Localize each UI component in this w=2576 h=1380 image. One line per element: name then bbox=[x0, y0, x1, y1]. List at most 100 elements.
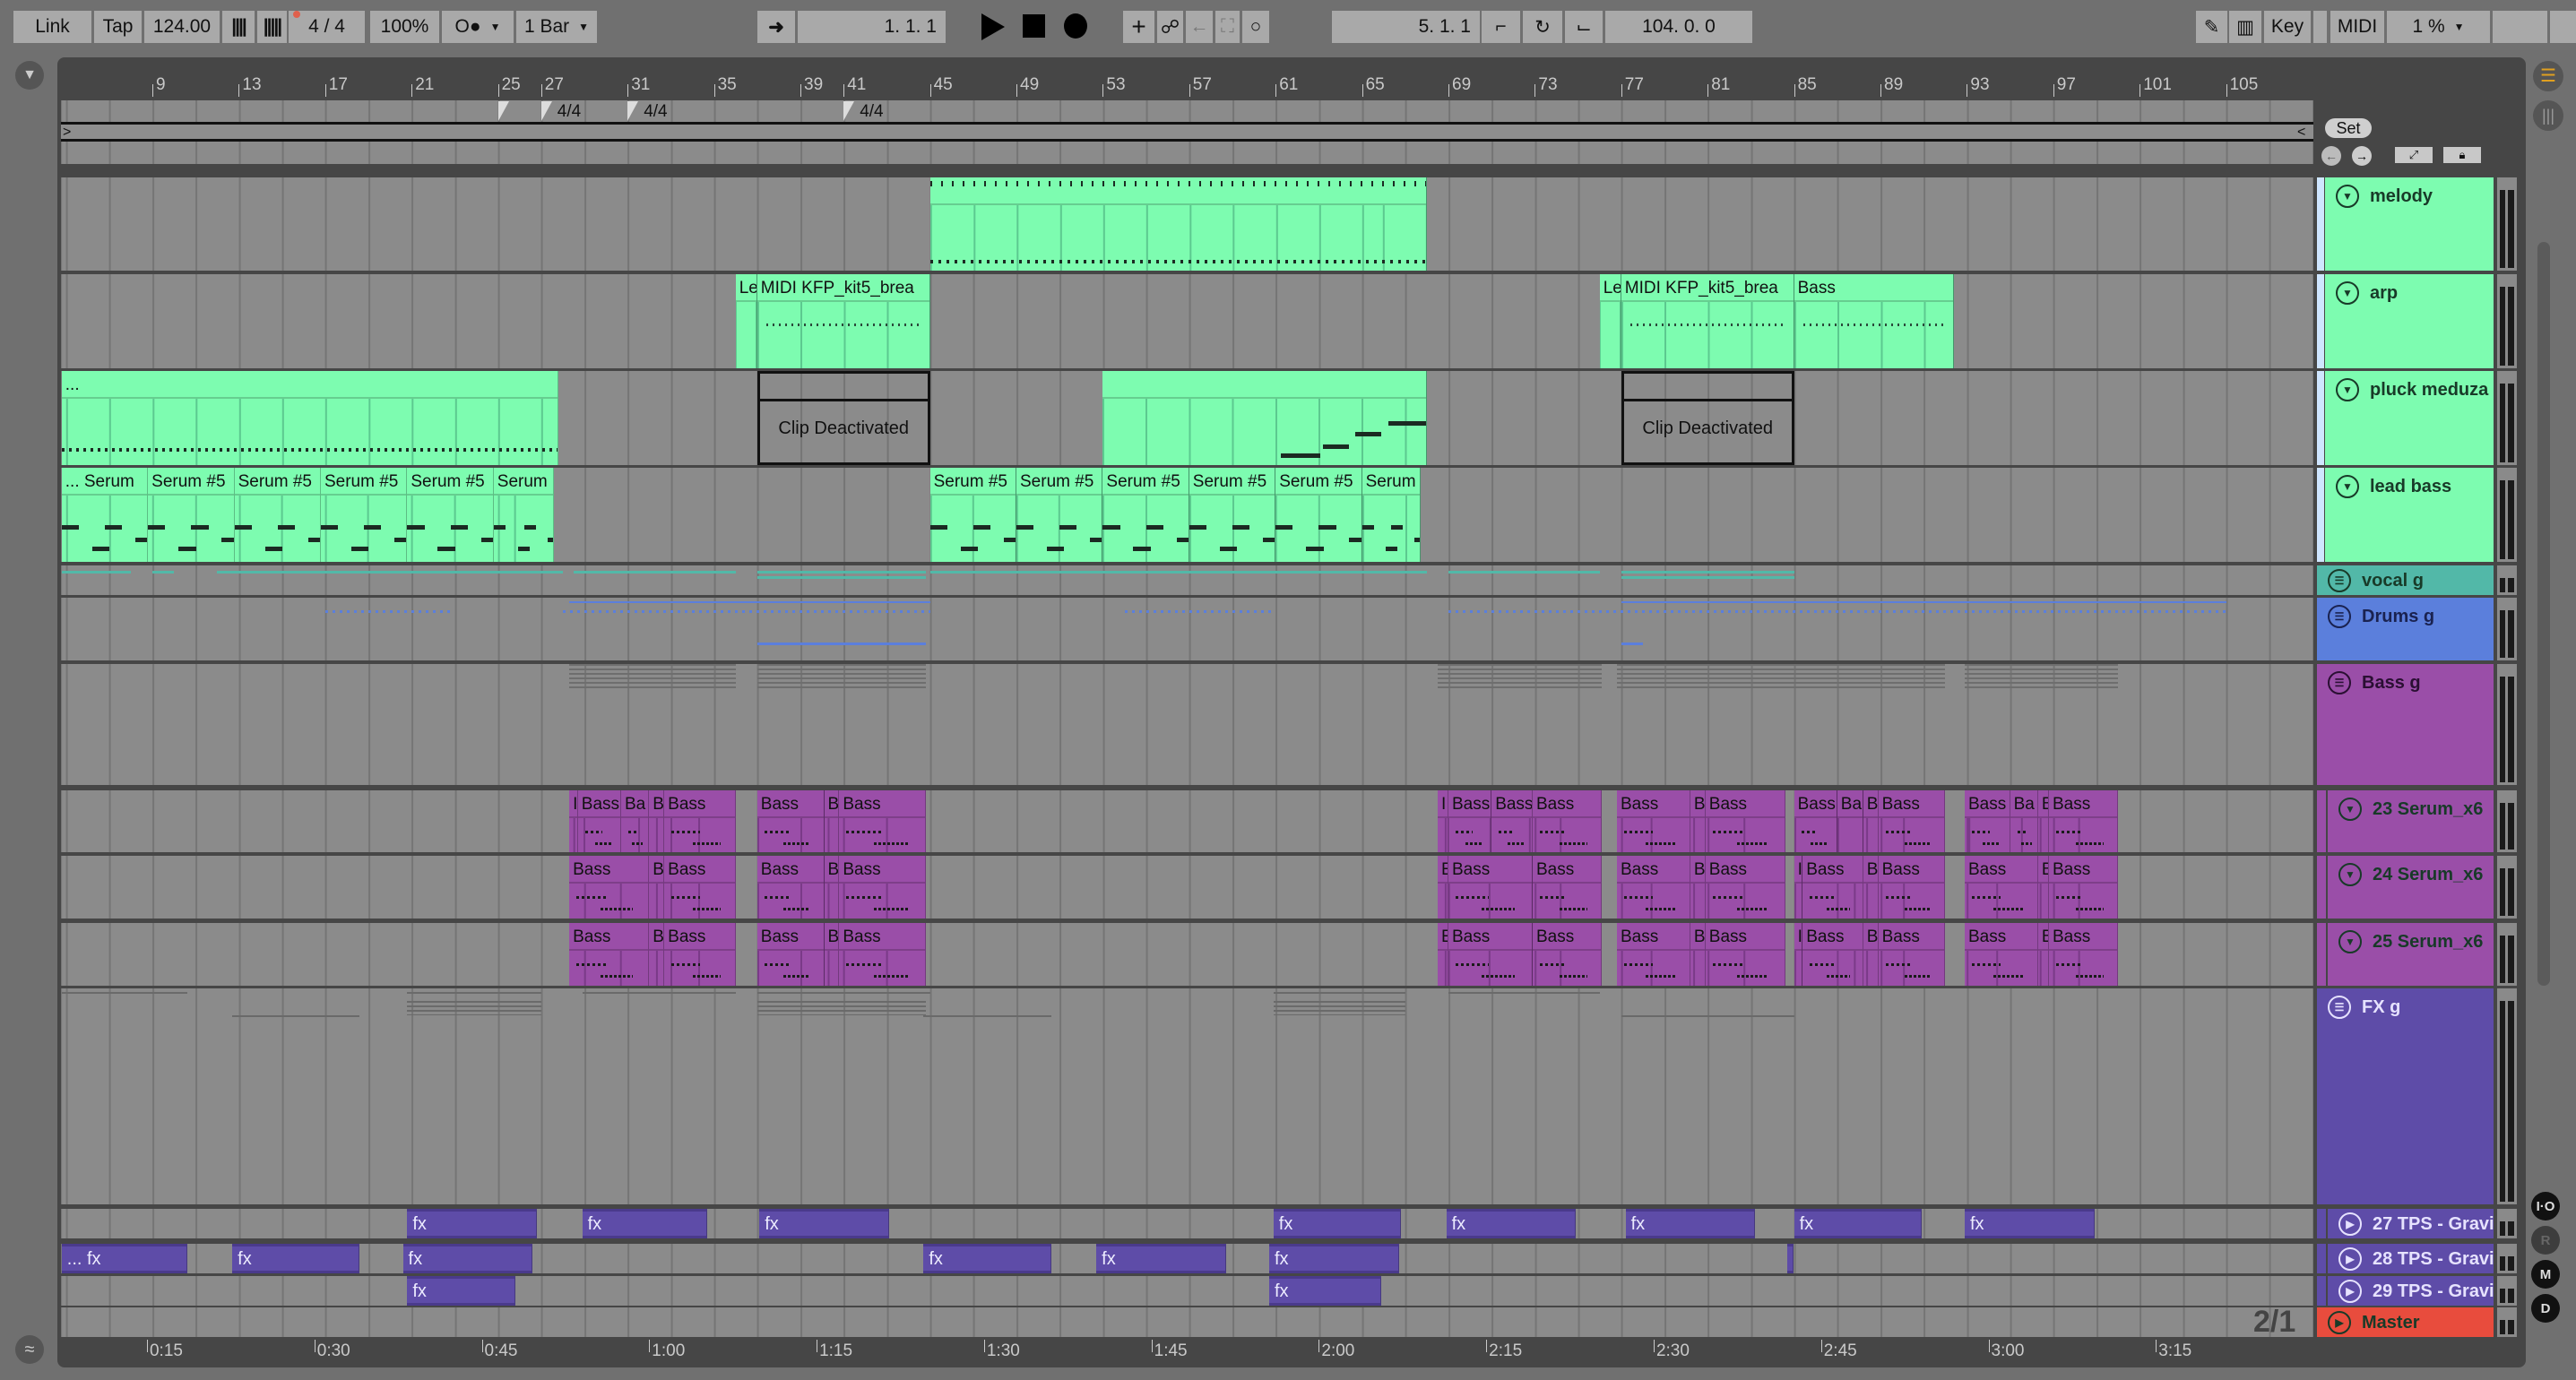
midi-clip[interactable]: Bass bbox=[1705, 923, 1785, 986]
tempo-field[interactable]: 124.00 bbox=[144, 11, 220, 43]
midi-clip[interactable]: Bass bbox=[1705, 790, 1785, 852]
midi-clip[interactable]: Bass bbox=[1794, 274, 1954, 368]
track-header[interactable]: ▼ 24 Serum_x6 bbox=[2328, 856, 2494, 919]
midi-clip[interactable]: B bbox=[2037, 790, 2049, 852]
midi-clip[interactable]: B bbox=[649, 856, 665, 919]
midi-clip[interactable]: I bbox=[1794, 923, 1803, 986]
midi-clip[interactable]: Ba bbox=[620, 790, 650, 852]
audio-clip[interactable]: fx bbox=[1268, 1244, 1399, 1273]
audio-clip[interactable]: fx bbox=[759, 1209, 889, 1238]
record-button[interactable] bbox=[1064, 13, 1087, 39]
midi-clip[interactable]: I bbox=[1794, 856, 1803, 919]
midi-clip[interactable]: B bbox=[824, 856, 840, 919]
midi-clip[interactable]: Le bbox=[1599, 274, 1621, 368]
midi-clip[interactable]: I bbox=[569, 790, 578, 852]
midi-clip[interactable] bbox=[1102, 371, 1427, 465]
midi-clip[interactable]: Bass bbox=[1448, 856, 1533, 919]
prev-locator-button[interactable]: ← bbox=[2321, 146, 2341, 166]
track-header[interactable]: ☰ vocal g bbox=[2317, 565, 2494, 595]
midi-clip[interactable]: E bbox=[1437, 923, 1448, 986]
midi-clip[interactable]: B bbox=[1690, 790, 1706, 852]
track-header[interactable]: ▼ 23 Serum_x6 bbox=[2328, 790, 2494, 852]
midi-clip[interactable]: Serum #5 bbox=[234, 468, 321, 562]
midi-clip[interactable] bbox=[929, 177, 1427, 271]
time-signature-marker-icon[interactable] bbox=[540, 101, 552, 121]
midi-clip[interactable]: Bass bbox=[756, 856, 825, 919]
side-button-io-toggle[interactable]: I·O bbox=[2531, 1192, 2560, 1220]
fold-arrow-icon[interactable]: ▼ bbox=[2338, 798, 2362, 821]
track-header[interactable]: ▼ pluck meduza bbox=[2325, 371, 2494, 465]
time-signature-marker-icon[interactable] bbox=[497, 101, 509, 121]
track-lane[interactable]: BassBBassBassBBassEBassBassBassBBassIBas… bbox=[61, 923, 2313, 986]
track-header[interactable]: ☰ FX g bbox=[2317, 988, 2494, 1204]
midi-clip[interactable]: Bass bbox=[569, 923, 650, 986]
track-lane[interactable] bbox=[61, 988, 2313, 1204]
capture-button[interactable]: ⛶ bbox=[1215, 11, 1240, 43]
midi-clip[interactable]: I bbox=[1437, 790, 1448, 852]
midi-clip[interactable]: B bbox=[1863, 790, 1879, 852]
midi-clip[interactable]: E bbox=[1437, 856, 1448, 919]
midi-clip[interactable]: Bass bbox=[1964, 923, 2038, 986]
audio-clip[interactable]: fx bbox=[232, 1244, 360, 1273]
midi-clip[interactable]: B bbox=[824, 923, 840, 986]
midi-clip[interactable]: MIDI KFP_kit5_brea bbox=[1621, 274, 1794, 368]
loop-start-field[interactable]: 5. 1. 1 bbox=[1332, 11, 1480, 43]
midi-clip[interactable]: Bass bbox=[664, 923, 736, 986]
audio-clip[interactable]: fx bbox=[402, 1244, 533, 1273]
midi-clip[interactable]: B bbox=[1690, 923, 1706, 986]
midi-clip[interactable]: Bass bbox=[1448, 923, 1533, 986]
loop-start-marker-icon[interactable]: > bbox=[63, 125, 71, 141]
overdub-button[interactable]: + bbox=[1123, 11, 1154, 43]
nudge-up-icon[interactable]: ||||| bbox=[257, 11, 287, 43]
locator-lane[interactable] bbox=[61, 142, 2313, 164]
fold-arrow-icon[interactable]: ▼ bbox=[2336, 378, 2359, 401]
link-button[interactable]: Link bbox=[13, 11, 91, 43]
midi-clip[interactable]: ... Serum bbox=[61, 468, 149, 562]
track-lane[interactable] bbox=[61, 177, 2313, 271]
fold-arrow-icon[interactable]: ▼ bbox=[2338, 863, 2362, 886]
audio-clip[interactable]: fx bbox=[1446, 1209, 1577, 1238]
track-header[interactable]: ▼ 25 Serum_x6 bbox=[2328, 923, 2494, 986]
track-lane[interactable]: BassBBassBassBBassEBassBassBassBBassIBas… bbox=[61, 856, 2313, 919]
audio-clip[interactable]: fx bbox=[1268, 1276, 1382, 1306]
midi-clip[interactable]: Bass bbox=[839, 923, 926, 986]
fold-arrow-icon[interactable]: ▼ bbox=[2336, 475, 2359, 498]
midi-clip[interactable]: Bass bbox=[664, 790, 736, 852]
loop-length-field[interactable]: 104. 0. 0 bbox=[1605, 11, 1752, 43]
midi-clip[interactable]: Bass bbox=[1448, 790, 1492, 852]
time-signature-marker-icon[interactable] bbox=[627, 101, 639, 121]
computer-keyboard-button[interactable]: ▥ bbox=[2229, 11, 2261, 43]
midi-clip[interactable]: Le bbox=[735, 274, 757, 368]
midi-clip[interactable]: Serum #5 bbox=[148, 468, 235, 562]
groove-pool-icon[interactable]: ≈ bbox=[15, 1335, 44, 1364]
midi-clip[interactable]: Serum #5 bbox=[929, 468, 1016, 562]
automation-arm-button[interactable]: ☍ bbox=[1157, 11, 1183, 43]
audio-clip[interactable]: fx bbox=[1625, 1209, 1756, 1238]
arrangement-position-field[interactable]: 1. 1. 1 bbox=[798, 11, 946, 43]
mixer-toggle-icon[interactable]: ||| bbox=[2533, 100, 2563, 131]
midi-clip[interactable]: Serum #5 bbox=[1016, 468, 1103, 562]
group-fold-icon[interactable]: ☰ bbox=[2328, 605, 2351, 628]
midi-clip[interactable]: Bass bbox=[1616, 923, 1690, 986]
group-fold-icon[interactable]: ☰ bbox=[2328, 671, 2351, 694]
midi-clip[interactable]: Bass bbox=[1964, 790, 2010, 852]
midi-clip[interactable]: Bass bbox=[756, 923, 825, 986]
track-lane[interactable]: ... Clip Deactivated Clip Deactivated bbox=[61, 371, 2313, 465]
midi-map-button[interactable]: MIDI bbox=[2330, 11, 2384, 43]
track-lane[interactable]: fx fx fx fx fx fx fx fx bbox=[61, 1209, 2313, 1238]
fold-arrow-icon[interactable]: ▼ bbox=[2336, 281, 2359, 305]
draw-mode-button[interactable]: ✎ bbox=[2196, 11, 2227, 43]
audio-clip[interactable]: ... fx bbox=[61, 1244, 187, 1273]
time-signature-lane[interactable] bbox=[61, 100, 2313, 122]
time-signature-marker-icon[interactable] bbox=[843, 101, 855, 121]
punch-in-button[interactable]: ⌐ bbox=[1482, 11, 1520, 43]
track-lane[interactable] bbox=[61, 565, 2313, 595]
zoom-field[interactable]: 100% bbox=[370, 11, 439, 43]
play-icon[interactable]: ▶ bbox=[2338, 1212, 2362, 1236]
midi-clip[interactable]: Bass bbox=[1964, 856, 2038, 919]
midi-clip[interactable]: Ba bbox=[2010, 790, 2038, 852]
midi-clip[interactable]: B bbox=[1690, 856, 1706, 919]
midi-clip[interactable]: Bass bbox=[1878, 790, 1946, 852]
midi-clip[interactable]: Bass bbox=[839, 790, 926, 852]
midi-clip[interactable]: MIDI KFP_kit5_brea bbox=[756, 274, 930, 368]
